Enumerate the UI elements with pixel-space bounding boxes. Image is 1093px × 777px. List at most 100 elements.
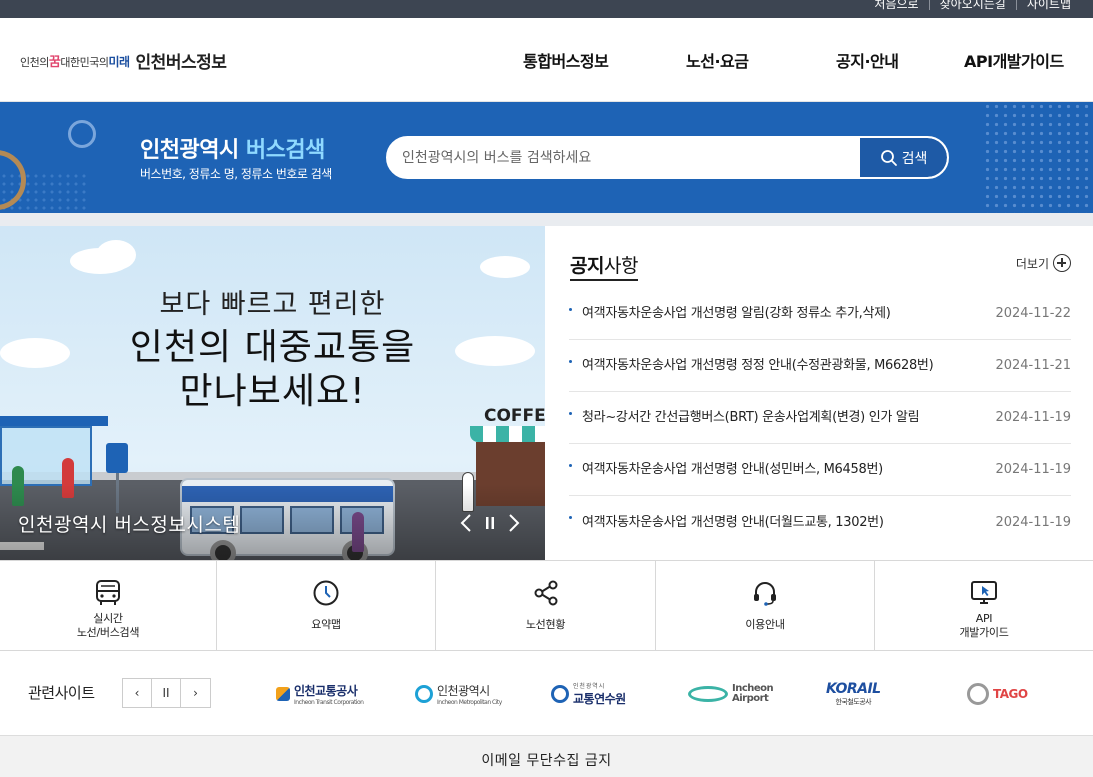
home-link[interactable]: 처음으로 — [864, 0, 928, 14]
nav-integrated-bus-info[interactable]: 통합버스정보 — [523, 48, 609, 72]
banner-headline: 인천의 대중교통을 만나보세요! — [0, 326, 545, 414]
search-input[interactable] — [402, 138, 857, 177]
bullet-icon — [569, 516, 572, 519]
header: 인천의꿈대한민국의미래 인천버스정보 통합버스정보 노선·요금 공지·안내 AP… — [0, 18, 1093, 102]
search-button-label: 검색 — [901, 150, 928, 167]
divider-strip — [0, 213, 1093, 226]
bullet-icon — [569, 464, 572, 467]
plus-circle-icon — [1053, 254, 1071, 272]
site-incheon-airport[interactable]: Incheon Airport — [688, 681, 774, 707]
notice-item[interactable]: 여객자동차운송사업 개선명령 알림(강화 정류소 추가,삭제) 2024-11-… — [569, 288, 1071, 340]
site-incheon-city[interactable]: 인천광역시 Incheon Metropolitan City — [415, 681, 502, 707]
quick-api-guide[interactable]: API 개발가이드 — [875, 561, 1093, 650]
share-nodes-icon — [531, 578, 561, 608]
notice-title-rest: 사항 — [603, 255, 638, 277]
banner-subtitle: 보다 빠르고 편리한 — [159, 289, 386, 320]
nav-routes-fares[interactable]: 노선·요금 — [686, 48, 749, 72]
search-icon — [880, 149, 897, 166]
related-controls: ‹ II › — [122, 678, 211, 708]
chevron-left-icon — [460, 514, 471, 532]
search-title: 인천광역시 버스검색 — [140, 132, 325, 164]
site-name: 인천광역시 — [437, 684, 490, 698]
nav-notice-guide[interactable]: 공지·안내 — [836, 48, 899, 72]
banner-prev-button[interactable] — [456, 511, 476, 535]
related-pause-button[interactable]: II — [152, 679, 181, 707]
incheon-city-logo-icon — [415, 685, 433, 703]
site-subname: Incheon Metropolitan City — [437, 699, 502, 706]
cloud-illustration — [96, 240, 136, 270]
quick-realtime-search[interactable]: 실시간 노선/버스검색 — [0, 561, 217, 650]
email-policy-link[interactable]: 이메일 무단수집 금지 — [0, 750, 1093, 770]
site-name: 교통연수원 — [573, 692, 626, 706]
quick-item-label: 이용안내 — [745, 618, 785, 631]
notice-title-bold: 공지 — [570, 255, 604, 277]
notice-item[interactable]: 청라~강서간 간선급행버스(BRT) 운송사업계획(변경) 인가 알림 2024… — [569, 392, 1071, 444]
site-tago[interactable]: TAGO — [967, 681, 1028, 707]
quick-usage-guide[interactable]: 이용안내 — [656, 561, 875, 650]
banner-pause-button[interactable] — [480, 511, 500, 535]
more-button[interactable]: 더보기 — [1016, 254, 1071, 272]
incheon-transit-logo-icon — [276, 687, 290, 701]
quick-item-label: API 개발가이드 — [959, 612, 1009, 639]
notice-item[interactable]: 여객자동차운송사업 개선명령 정정 안내(수정관광화물, M6628번) 202… — [569, 340, 1071, 392]
banner-next-button[interactable] — [504, 511, 524, 535]
cafe-awning — [470, 426, 545, 442]
cafe-sign: COFFE — [484, 406, 545, 426]
site-name: 인천교통공사 — [294, 684, 358, 698]
bus-stop-sign-icon — [106, 443, 128, 473]
traffic-institute-logo-icon — [551, 685, 569, 703]
bullet-icon — [569, 360, 572, 363]
site-subname: Incheon Transit Corporation — [294, 699, 364, 706]
quick-item-label: 요약맵 — [311, 618, 341, 631]
nav-api-guide[interactable]: API개발가이드 — [964, 48, 1064, 72]
banner-headline-line1: 인천의 대중교통을 — [129, 327, 416, 368]
search-button[interactable]: 검색 — [860, 138, 947, 177]
notice-item-date: 2024-11-22 — [995, 306, 1071, 321]
related-prev-button[interactable]: ‹ — [123, 679, 152, 707]
site-incheon-transit[interactable]: 인천교통공사 Incheon Transit Corporation — [276, 681, 364, 707]
site-traffic-training-institute[interactable]: 인 천 광 역 시교통연수원 — [551, 681, 626, 707]
notice-item[interactable]: 여객자동차운송사업 개선명령 안내(더월드교통, 1302번) 2024-11-… — [569, 496, 1071, 548]
bullet-icon — [569, 308, 572, 311]
notice-item-title: 여객자동차운송사업 개선명령 안내(성민버스, M6458번) — [582, 462, 883, 477]
quick-summary-map[interactable]: 요약맵 — [217, 561, 436, 650]
main-nav: 통합버스정보 노선·요금 공지·안내 API개발가이드 — [0, 48, 1093, 72]
site-name: KORAIL — [826, 681, 881, 697]
quick-route-status[interactable]: 노선현황 — [436, 561, 656, 650]
chevron-right-icon — [509, 514, 520, 532]
quick-item-label: 실시간 노선/버스검색 — [76, 612, 140, 639]
notice-item-title: 여객자동차운송사업 개선명령 알림(강화 정류소 추가,삭제) — [582, 306, 891, 321]
bus-icon — [93, 578, 123, 608]
search-title-main: 인천광역시 — [140, 138, 246, 163]
notice-item[interactable]: 여객자동차운송사업 개선명령 안내(성민버스, M6458번) 2024-11-… — [569, 444, 1071, 496]
shelter-roof — [0, 416, 108, 426]
pause-icon — [486, 517, 494, 529]
notice-item-date: 2024-11-19 — [995, 462, 1071, 477]
site-name: TAGO — [993, 687, 1028, 701]
decorative-ring — [68, 120, 96, 148]
related-next-button[interactable]: › — [181, 679, 210, 707]
notice-panel: 공지사항 더보기 여객자동차운송사업 개선명령 알림(강화 정류소 추가,삭제)… — [545, 226, 1093, 560]
notice-item-title: 여객자동차운송사업 개선명령 정정 안내(수정관광화물, M6628번) — [582, 358, 934, 373]
site-subname: 인 천 광 역 시 — [573, 683, 604, 690]
related-sites: 관련사이트 ‹ II › 인천교통공사 Incheon Transit Corpo… — [0, 651, 1093, 735]
site-subname: 한국철도공사 — [835, 698, 872, 706]
main-banner[interactable]: 보다 빠르고 편리한 인천의 대중교통을 만나보세요! COFFE 인천광역시 … — [0, 226, 545, 560]
tago-logo-icon — [967, 683, 989, 705]
banner-caption: 인천광역시 버스정보시스템 — [18, 514, 241, 536]
site-korail[interactable]: KORAIL 한국철도공사 — [826, 681, 881, 707]
cloud-illustration — [480, 256, 530, 278]
related-sites-label: 관련사이트 — [28, 684, 95, 702]
headset-icon — [750, 578, 780, 608]
notice-title[interactable]: 공지사항 — [570, 251, 638, 281]
search-box: 검색 — [386, 136, 949, 179]
search-band: 인천광역시 버스검색 버스번호, 정류소 명, 정류소 번호로 검색 검색 — [0, 102, 1093, 213]
directions-link[interactable]: 찾아오시는길 — [930, 0, 1016, 14]
monitor-cursor-icon — [969, 578, 999, 608]
utility-links: 처음으로 찾아오시는길 사이트맵 — [864, 0, 1081, 14]
notice-list: 여객자동차운송사업 개선명령 알림(강화 정류소 추가,삭제) 2024-11-… — [569, 288, 1071, 548]
search-subtitle: 버스번호, 정류소 명, 정류소 번호로 검색 — [140, 167, 332, 181]
sitemap-link[interactable]: 사이트맵 — [1017, 0, 1081, 14]
site-name: Incheon Airport — [732, 683, 774, 704]
bullet-icon — [569, 412, 572, 415]
